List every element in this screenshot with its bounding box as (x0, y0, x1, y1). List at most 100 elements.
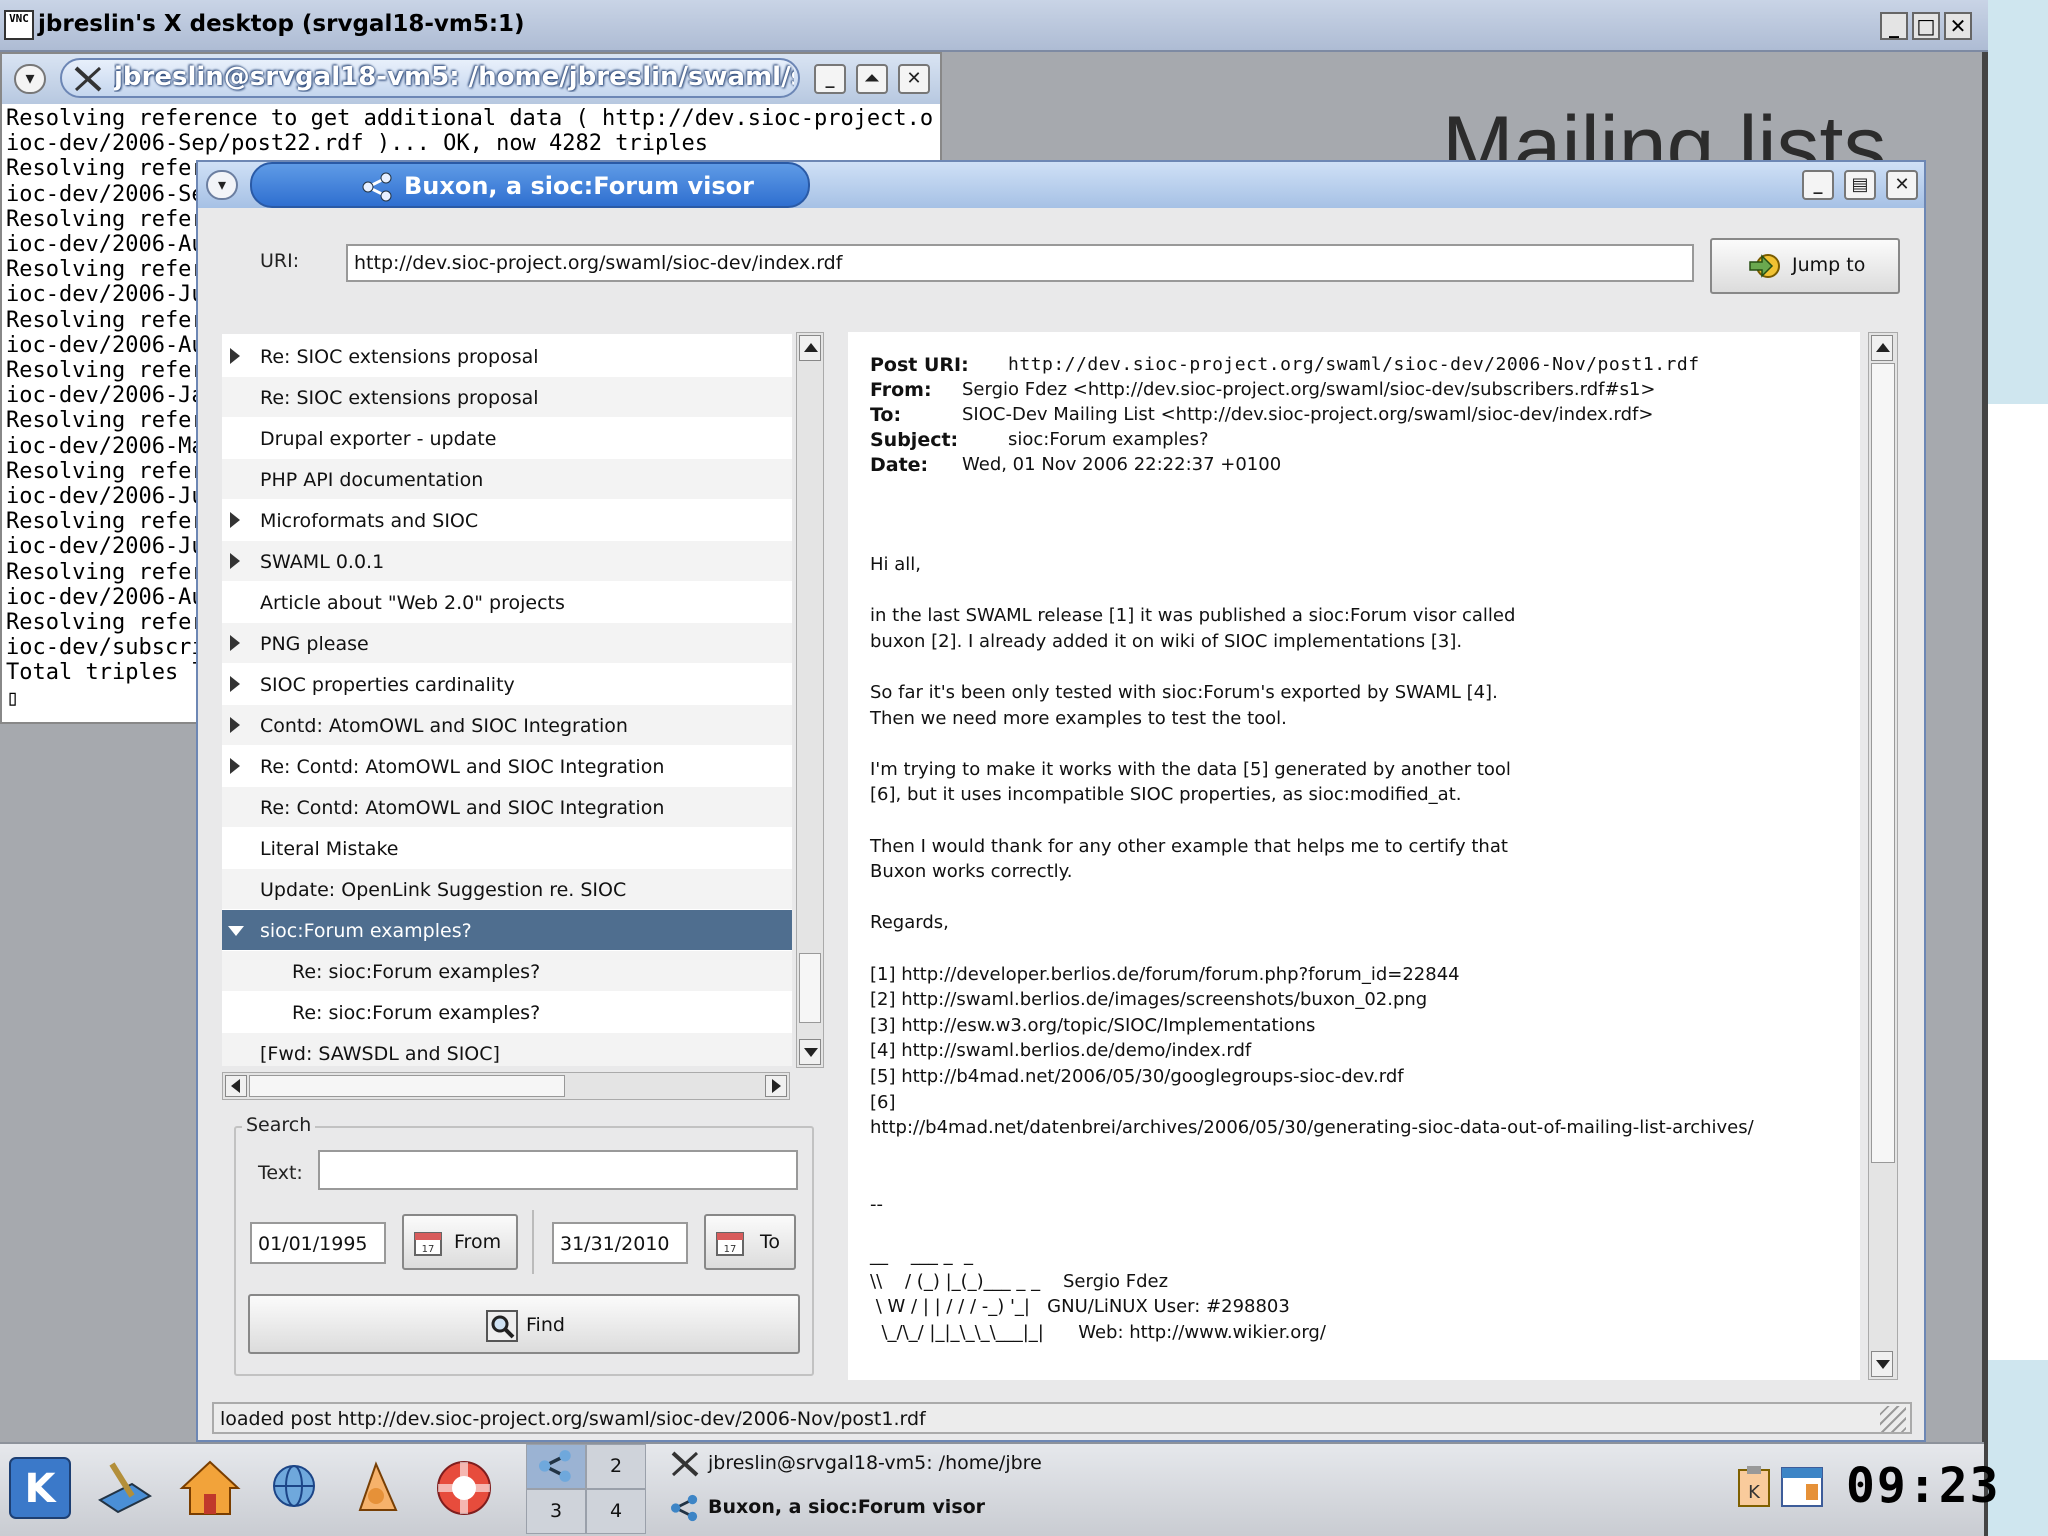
message-body-line: [6], but it uses incompatible SIOC prope… (870, 784, 1462, 806)
pager-desktop-1[interactable] (526, 1444, 586, 1489)
thread-label: Microformats and SIOC (260, 510, 479, 532)
post-uri-key: Post URI: (870, 354, 969, 376)
maximize-button[interactable]: ▤ (1844, 170, 1876, 200)
window-menu-button[interactable]: ▾ (14, 64, 46, 94)
find-label: Find (526, 1314, 565, 1336)
scroll-up-arrow-icon[interactable] (799, 335, 821, 361)
taskbar-item-terminal[interactable]: jbreslin@srvgal18-vm5: /home/jbre (666, 1442, 1266, 1486)
expander-closed-icon[interactable] (230, 717, 240, 733)
vnc-titlebar[interactable]: VNC jbreslin's X desktop (srvgal18-vm5:1… (0, 0, 1988, 52)
thread-label: [Fwd: SAWSDL and SIOC] (260, 1043, 500, 1065)
scroll-down-arrow-icon[interactable] (799, 1039, 821, 1065)
thread-row[interactable]: PHP API documentation (222, 459, 792, 499)
clock[interactable]: 09:23 (1846, 1458, 2001, 1514)
terminal-line: ioc-dev/2006-Sep/post22.rdf )... OK, now… (6, 131, 708, 157)
scroll-down-arrow-icon[interactable] (1871, 1351, 1893, 1377)
vnc-minimize-button[interactable]: _ (1880, 12, 1908, 40)
uri-input[interactable]: http://dev.sioc-project.org/swaml/sioc-d… (346, 244, 1694, 282)
search-text-input[interactable] (318, 1150, 798, 1190)
expander-closed-icon[interactable] (230, 758, 240, 774)
expander-open-icon[interactable] (228, 926, 244, 936)
desktop-icon[interactable] (92, 1456, 156, 1520)
minimize-button[interactable]: _ (814, 64, 846, 94)
thread-row[interactable]: [Fwd: SAWSDL and SIOC] (222, 1033, 792, 1066)
resize-grip-icon[interactable] (1880, 1406, 1906, 1432)
expander-closed-icon[interactable] (230, 635, 240, 651)
pager-desktop-2[interactable]: 2 (586, 1444, 646, 1489)
message-vertical-scrollbar[interactable] (1868, 332, 1898, 1380)
message-body-line: http://b4mad.net/datenbrei/archives/2006… (870, 1117, 1754, 1139)
calendar-icon: 17 (414, 1232, 442, 1256)
pager-desktop-3[interactable]: 3 (526, 1489, 586, 1534)
vnc-close-button[interactable]: ✕ (1944, 12, 1972, 40)
calendar-icon[interactable] (1780, 1462, 1824, 1508)
thread-list-vertical-scrollbar[interactable] (796, 332, 824, 1068)
header-subject: Subject: sioc:Forum examples? (870, 429, 1850, 455)
thread-row[interactable]: Re: Contd: AtomOWL and SIOC Integration (222, 787, 792, 827)
klipper-clipboard-icon[interactable]: K (1736, 1464, 1772, 1508)
thread-row[interactable]: Re: Contd: AtomOWL and SIOC Integration (222, 746, 792, 786)
thread-label: SWAML 0.0.1 (260, 551, 385, 573)
to-date-input[interactable]: 31/31/2010 (552, 1222, 688, 1264)
scroll-thumb[interactable] (799, 953, 821, 1023)
subject-key: Subject: (870, 429, 959, 451)
thread-row[interactable]: Re: SIOC extensions proposal (222, 377, 792, 417)
thread-row[interactable]: Re: sioc:Forum examples? (222, 951, 792, 991)
kde-menu-icon[interactable]: K (8, 1456, 72, 1520)
thread-row[interactable]: Literal Mistake (222, 828, 792, 868)
buxon-window[interactable]: ▾ Buxon, a sioc:Forum visor _ ▤ ✕ URI: h… (196, 160, 1926, 1442)
thread-list[interactable]: Re: SIOC extensions proposal Re: SIOC ext… (222, 334, 792, 1066)
thread-row[interactable]: Article about "Web 2.0" projects (222, 582, 792, 622)
taskbar-item-buxon[interactable]: Buxon, a sioc:Forum visor (666, 1486, 1266, 1530)
buxon-titlebar[interactable]: ▾ Buxon, a sioc:Forum visor _ ▤ ✕ (198, 162, 1924, 208)
from-date-input[interactable]: 01/01/1995 (250, 1222, 386, 1264)
message-body-line: buxon [2]. I already added it on wiki of… (870, 630, 1463, 652)
thread-label: Re: Contd: AtomOWL and SIOC Integration (260, 756, 665, 778)
expander-closed-icon[interactable] (230, 512, 240, 528)
minimize-button[interactable]: _ (1802, 170, 1834, 200)
window-menu-button[interactable]: ▾ (206, 170, 238, 200)
scroll-right-arrow-icon[interactable] (765, 1075, 787, 1097)
to-date-button[interactable]: 17 To (704, 1214, 796, 1270)
from-date-button[interactable]: 17 From (402, 1214, 518, 1270)
uri-label: URI: (260, 250, 300, 272)
office-icon[interactable] (346, 1456, 410, 1520)
pager-desktop-4[interactable]: 4 (586, 1489, 646, 1534)
expander-closed-icon[interactable] (230, 348, 240, 364)
desktop-pager[interactable]: 2 3 4 (526, 1444, 646, 1534)
message-view[interactable]: Post URI: http://dev.sioc-project.org/sw… (848, 332, 1860, 1380)
home-icon[interactable] (178, 1456, 242, 1520)
expander-closed-icon[interactable] (230, 553, 240, 569)
svg-text:17: 17 (422, 1244, 435, 1255)
scroll-thumb[interactable] (1871, 363, 1895, 1163)
thread-row[interactable]: Drupal exporter - update (222, 418, 792, 458)
thread-row[interactable]: sioc:Forum examples? (222, 910, 792, 950)
subject-value: sioc:Forum examples? (1008, 429, 1209, 450)
expander-closed-icon[interactable] (230, 676, 240, 692)
vnc-maximize-button[interactable]: □ (1912, 12, 1940, 40)
network-icon[interactable] (262, 1456, 326, 1520)
thread-row[interactable]: Update: OpenLink Suggestion re. SIOC (222, 869, 792, 909)
thread-row[interactable]: SWAML 0.0.1 (222, 541, 792, 581)
from-key: From: (870, 379, 932, 401)
thread-row[interactable]: Microformats and SIOC (222, 500, 792, 540)
scroll-left-arrow-icon[interactable] (225, 1075, 247, 1097)
scroll-up-arrow-icon[interactable] (1871, 335, 1893, 361)
thread-row[interactable]: Contd: AtomOWL and SIOC Integration (222, 705, 792, 745)
find-button[interactable]: Find (248, 1294, 800, 1354)
thread-list-horizontal-scrollbar[interactable] (222, 1072, 790, 1100)
thread-row[interactable]: PNG please (222, 623, 792, 663)
close-button[interactable]: ✕ (898, 64, 930, 94)
jump-to-button[interactable]: Jump to (1710, 238, 1900, 294)
thread-row[interactable]: Re: sioc:Forum examples? (222, 992, 792, 1032)
scroll-thumb[interactable] (249, 1075, 565, 1097)
thread-row[interactable]: Re: SIOC extensions proposal (222, 336, 792, 376)
message-body-line: in the last SWAML release [1] it was pub… (870, 605, 1516, 627)
thread-row[interactable]: SIOC properties cardinality (222, 664, 792, 704)
shade-button[interactable]: ⏶ (856, 64, 888, 94)
terminal-titlebar[interactable]: ▾ jbreslin@srvgal18-vm5: /home/jbreslin/… (2, 54, 940, 104)
close-button[interactable]: ✕ (1886, 170, 1918, 200)
svg-text:K: K (25, 1466, 58, 1512)
help-icon[interactable] (432, 1456, 496, 1520)
message-body-line: -- (870, 1194, 883, 1215)
